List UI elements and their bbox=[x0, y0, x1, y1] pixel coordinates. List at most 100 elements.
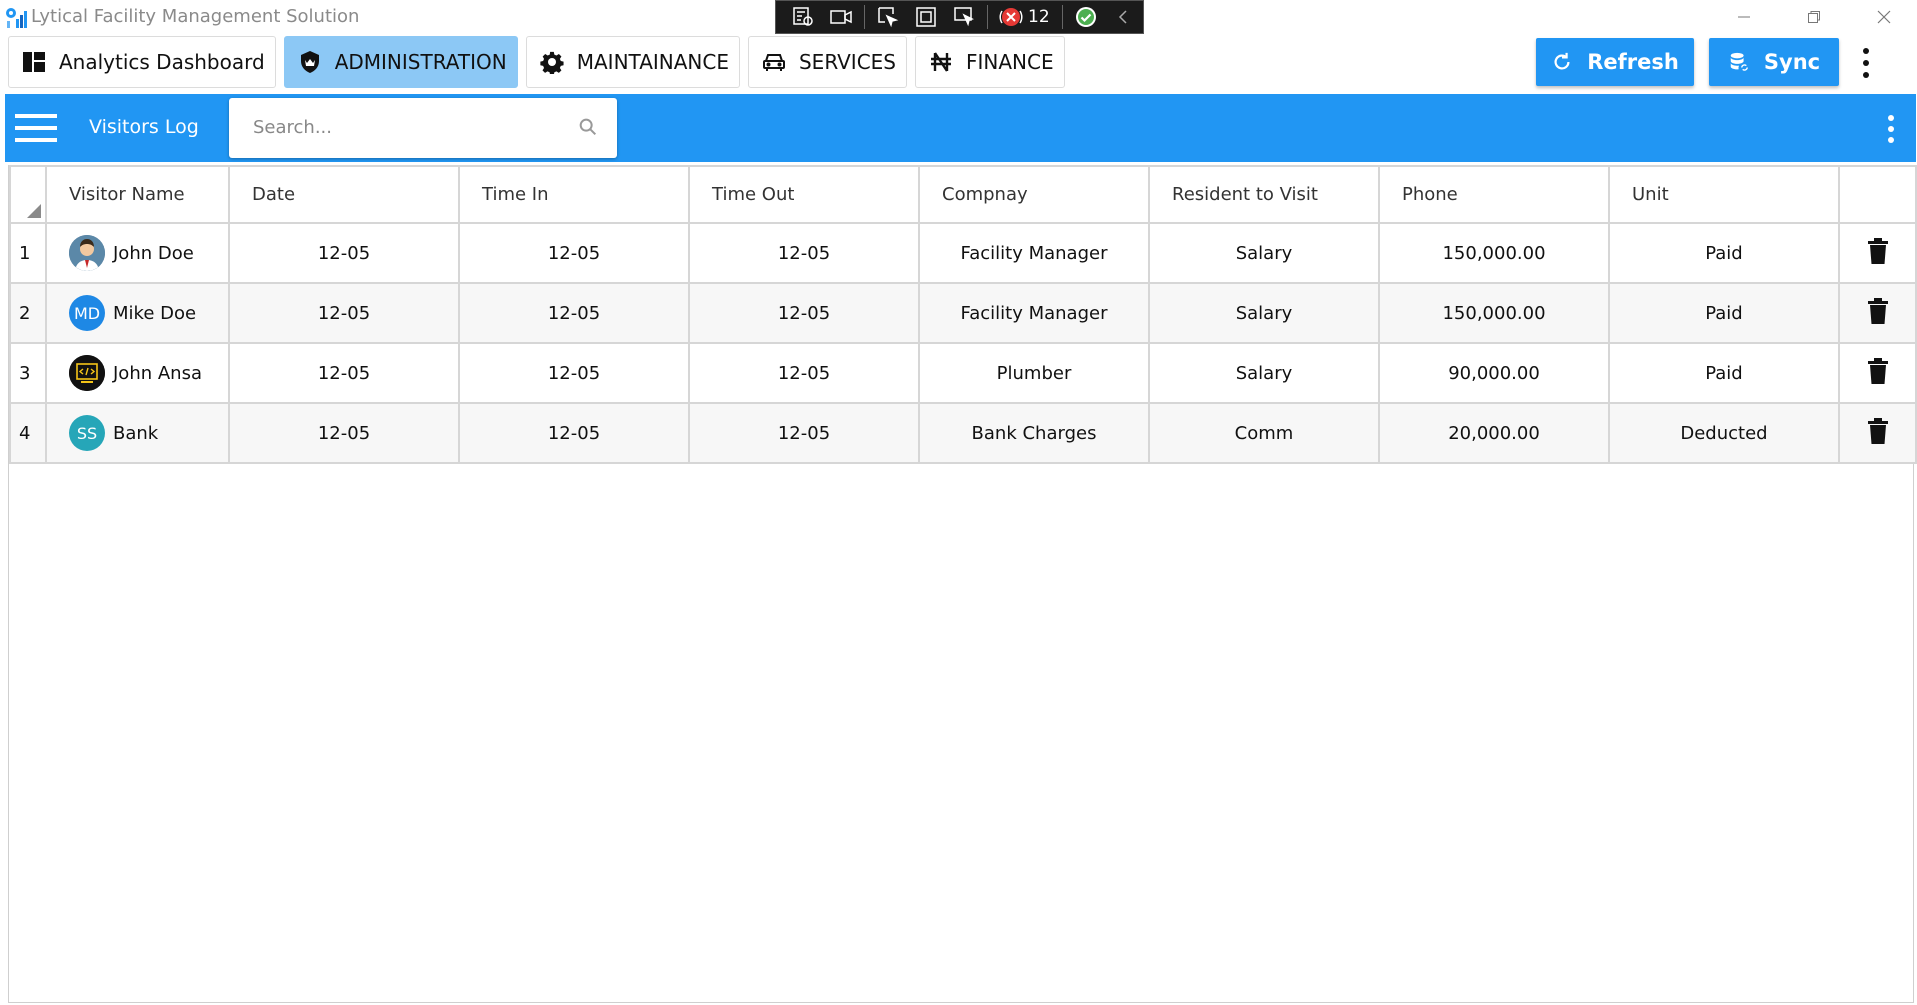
delete-button[interactable] bbox=[1838, 342, 1917, 404]
column-header-visitor-name[interactable]: Visitor Name bbox=[45, 165, 230, 224]
error-badge-icon bbox=[999, 8, 1023, 26]
time-out-cell[interactable]: 12-05 bbox=[688, 402, 920, 464]
table-row[interactable]: 3 John Ansa 12-05 12-05 12-05 Plumber Sa… bbox=[9, 342, 1917, 404]
time-in-cell[interactable]: 12-05 bbox=[458, 402, 690, 464]
display-layout-button[interactable] bbox=[909, 2, 943, 32]
focus-track-icon bbox=[954, 7, 974, 27]
tab-services[interactable]: SERVICES bbox=[747, 36, 907, 88]
collapse-toolbar-button[interactable] bbox=[1107, 2, 1141, 32]
phone-cell[interactable]: 150,000.00 bbox=[1378, 222, 1610, 284]
table-row[interactable]: 4 SS Bank 12-05 12-05 12-05 Bank Charges… bbox=[9, 402, 1917, 464]
select-all-corner[interactable] bbox=[9, 165, 47, 224]
sync-button[interactable]: Sync bbox=[1709, 38, 1839, 86]
search-box bbox=[229, 98, 617, 158]
select-all-triangle-icon bbox=[27, 204, 41, 218]
binding-error-count: 12 bbox=[1028, 7, 1050, 27]
visitor-name: John Ansa bbox=[113, 362, 202, 384]
video-camera-icon bbox=[830, 10, 852, 24]
unit-cell[interactable]: Paid bbox=[1608, 342, 1840, 404]
company-cell[interactable]: Plumber bbox=[918, 342, 1150, 404]
refresh-icon bbox=[1554, 52, 1570, 70]
column-header-date[interactable]: Date bbox=[228, 165, 460, 224]
phone-cell[interactable]: 90,000.00 bbox=[1378, 342, 1610, 404]
binding-errors-button[interactable] bbox=[994, 2, 1028, 32]
live-tree-button[interactable] bbox=[786, 2, 820, 32]
tab-label: SERVICES bbox=[798, 50, 896, 74]
visitor-name-cell[interactable]: John Ansa bbox=[45, 342, 230, 404]
select-element-button[interactable] bbox=[871, 2, 905, 32]
hot-reload-status[interactable] bbox=[1069, 2, 1103, 32]
header-row: Visitor Name Date Time In Time Out Compn… bbox=[9, 165, 1917, 224]
visitor-name-cell[interactable]: John Doe bbox=[45, 222, 230, 284]
time-out-cell[interactable]: 12-05 bbox=[688, 282, 920, 344]
car-icon bbox=[761, 49, 787, 75]
tab-label: ADMINISTRATION bbox=[334, 50, 507, 74]
delete-button[interactable] bbox=[1838, 282, 1917, 344]
tab-maintainance[interactable]: MAINTAINANCE bbox=[525, 36, 740, 88]
visitors-table: Visitor Name Date Time In Time Out Compn… bbox=[9, 165, 1917, 464]
visitor-name-cell[interactable]: MD Mike Doe bbox=[45, 282, 230, 344]
resident-cell[interactable]: Comm bbox=[1148, 402, 1380, 464]
time-out-cell[interactable]: 12-05 bbox=[688, 222, 920, 284]
more-options-icon[interactable] bbox=[1857, 46, 1875, 80]
unit-cell[interactable]: Deducted bbox=[1608, 402, 1840, 464]
app-title: Lytical Facility Management Solution bbox=[31, 6, 360, 27]
column-header-time-in[interactable]: Time In bbox=[458, 165, 690, 224]
restore-button[interactable] bbox=[1782, 0, 1846, 34]
hamburger-menu-icon[interactable] bbox=[15, 112, 57, 144]
search-icon[interactable] bbox=[577, 116, 599, 138]
minimize-button[interactable] bbox=[1712, 0, 1776, 34]
time-in-cell[interactable]: 12-05 bbox=[458, 282, 690, 344]
user-photo-icon bbox=[69, 235, 105, 271]
trash-icon bbox=[1867, 417, 1888, 444]
tab-label: MAINTAINANCE bbox=[576, 50, 729, 74]
refresh-button[interactable]: Refresh bbox=[1536, 38, 1694, 86]
time-in-cell[interactable]: 12-05 bbox=[458, 222, 690, 284]
column-header-unit[interactable]: Unit bbox=[1608, 165, 1840, 224]
time-out-cell[interactable]: 12-05 bbox=[688, 342, 920, 404]
pointer-select-icon bbox=[878, 7, 899, 28]
phone-cell[interactable]: 20,000.00 bbox=[1378, 402, 1610, 464]
tab-analytics-dashboard[interactable]: Analytics Dashboard bbox=[8, 36, 276, 88]
trash-icon bbox=[1867, 297, 1888, 324]
resident-cell[interactable]: Salary bbox=[1148, 282, 1380, 344]
unit-cell[interactable]: Paid bbox=[1608, 222, 1840, 284]
track-focus-button[interactable] bbox=[947, 2, 981, 32]
search-input[interactable] bbox=[253, 112, 553, 142]
column-header-time-out[interactable]: Time Out bbox=[688, 165, 920, 224]
column-header-resident[interactable]: Resident to Visit bbox=[1148, 165, 1380, 224]
company-cell[interactable]: Facility Manager bbox=[918, 222, 1150, 284]
phone-cell[interactable]: 150,000.00 bbox=[1378, 282, 1610, 344]
delete-button[interactable] bbox=[1838, 402, 1917, 464]
close-button[interactable] bbox=[1852, 0, 1916, 34]
layout-adorner-icon bbox=[916, 7, 936, 27]
company-cell[interactable]: Facility Manager bbox=[918, 282, 1150, 344]
company-cell[interactable]: Bank Charges bbox=[918, 402, 1150, 464]
database-sync-icon bbox=[1730, 52, 1748, 71]
table-row[interactable]: 1 John Doe 12-05 12-05 12-05 Facility Ma… bbox=[9, 222, 1917, 284]
page-title: Visitors Log bbox=[89, 116, 199, 138]
row-number: 3 bbox=[9, 342, 47, 404]
date-cell[interactable]: 12-05 bbox=[228, 222, 460, 284]
unit-cell[interactable]: Paid bbox=[1608, 282, 1840, 344]
avatar-initials: SS bbox=[69, 415, 105, 451]
table-row[interactable]: 2 MD Mike Doe 12-05 12-05 12-05 Facility… bbox=[9, 282, 1917, 344]
tab-finance[interactable]: FINANCE bbox=[915, 36, 1065, 88]
record-button[interactable] bbox=[824, 2, 858, 32]
date-cell[interactable]: 12-05 bbox=[228, 342, 460, 404]
resident-cell[interactable]: Salary bbox=[1148, 342, 1380, 404]
date-cell[interactable]: 12-05 bbox=[228, 402, 460, 464]
date-cell[interactable]: 12-05 bbox=[228, 282, 460, 344]
visitor-name: John Doe bbox=[113, 242, 194, 264]
refresh-label: Refresh bbox=[1587, 50, 1679, 74]
visitor-name-cell[interactable]: SS Bank bbox=[45, 402, 230, 464]
column-header-phone[interactable]: Phone bbox=[1378, 165, 1610, 224]
avatar-photo bbox=[69, 235, 105, 271]
time-in-cell[interactable]: 12-05 bbox=[458, 342, 690, 404]
shield-icon bbox=[297, 49, 323, 75]
resident-cell[interactable]: Salary bbox=[1148, 222, 1380, 284]
header-more-options-icon[interactable] bbox=[1883, 114, 1899, 144]
column-header-company[interactable]: Compnay bbox=[918, 165, 1150, 224]
delete-button[interactable] bbox=[1838, 222, 1917, 284]
tab-administration[interactable]: ADMINISTRATION bbox=[283, 36, 518, 88]
